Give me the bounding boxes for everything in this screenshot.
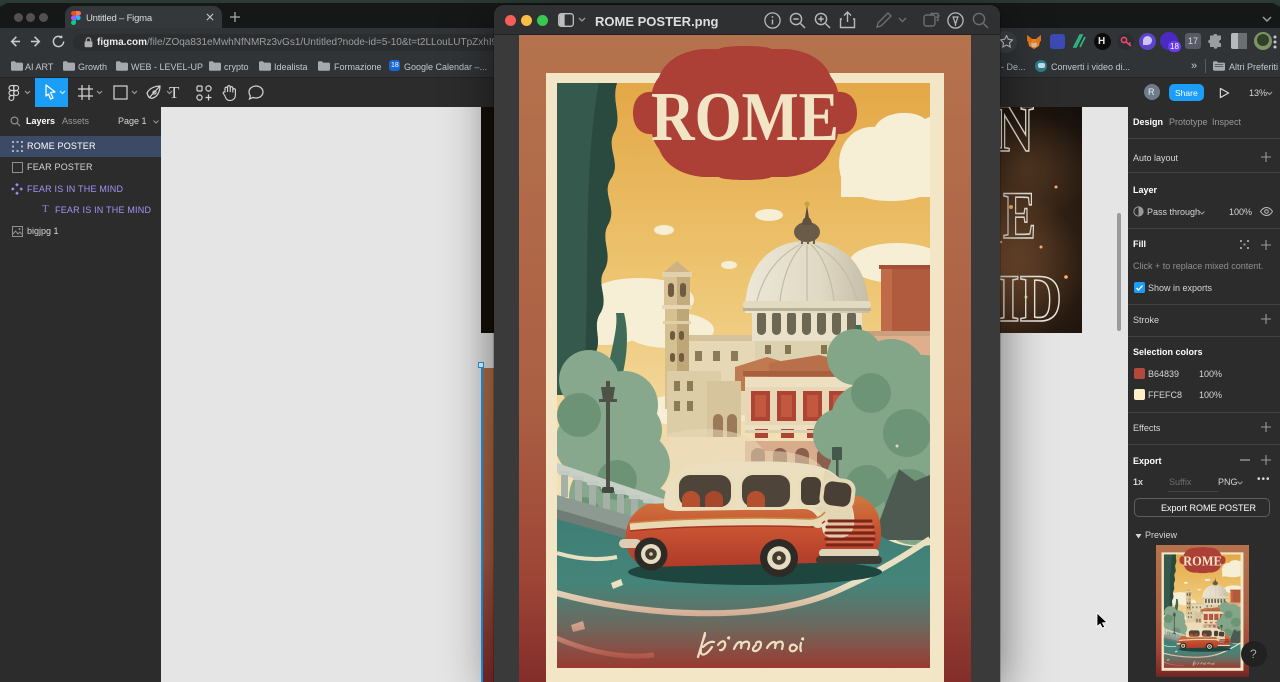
svg-text:N: N: [996, 107, 1034, 166]
svg-text:ID: ID: [997, 260, 1062, 333]
svg-text:E: E: [1003, 177, 1036, 253]
